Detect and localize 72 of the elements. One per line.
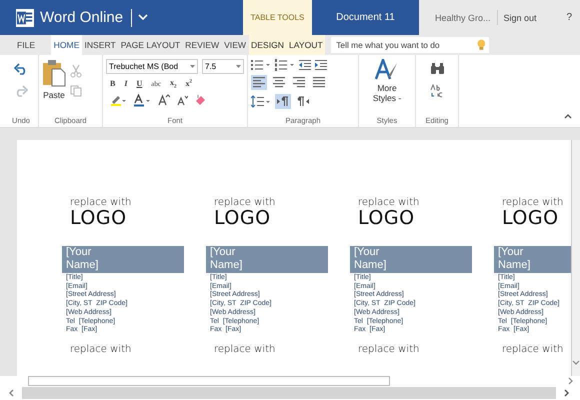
scroll-down-icon[interactable] [572,360,580,366]
ribbon-tab[interactable]: LAYOUT [286,35,326,55]
name-band: [Your Name] [62,246,184,273]
logo-caption: replace with [501,344,564,355]
logo-placeholder-text: LOGO [502,208,560,229]
right-to-left-icon[interactable] [295,94,311,109]
format-button[interactable]: x$^{2}$ [185,79,192,88]
name-band: [Your Name] [350,246,472,273]
ribbon-tab[interactable]: DESIGN [248,35,286,55]
ribbon-tab[interactable]: HOME [51,35,82,55]
undo-icon[interactable] [14,63,28,75]
logo-caption: replace with [69,344,132,355]
scroll-left-icon[interactable] [8,389,14,397]
dropdown-arrow-icon [236,65,241,68]
dropdown-arrow-icon [190,65,195,68]
chevron-down-icon[interactable] [138,14,148,21]
ribbon-tab[interactable]: VIEW [222,35,249,55]
format-button[interactable]: B [110,79,116,88]
bullets-icon[interactable] [251,59,271,71]
align-button[interactable] [311,75,327,90]
lightbulb-icon [476,39,486,51]
ribbon-tab[interactable]: FILE [0,35,52,55]
logo-placeholder-text: LOGO [358,208,416,229]
align-button[interactable] [291,75,307,90]
logo-placeholder-text: LOGO [70,208,128,229]
eraser-icon[interactable] [195,94,207,106]
tell-me-search-field[interactable]: Tell me what you want to do [331,37,490,53]
document-name[interactable]: Document 11 [312,0,419,35]
logo-placeholder-text: LOGO [214,208,272,229]
logo-caption: replace with [214,198,276,208]
vertical-scrollbar[interactable] [571,140,580,376]
help-button[interactable]: ? [566,12,572,23]
replace-icon[interactable] [430,84,444,98]
decrease-indent-icon[interactable] [299,59,311,71]
ribbon-tab[interactable]: INSERT [82,35,118,55]
app-name[interactable]: Word Online [40,9,124,26]
increase-indent-icon[interactable] [315,59,327,71]
highlighter-icon[interactable] [110,94,126,106]
paste-button[interactable]: Paste [42,59,66,100]
align-button[interactable] [271,75,287,90]
logo-caption: replace with [70,198,132,208]
format-button[interactable]: x$_{2}$ [170,78,176,90]
ribbon-tab[interactable]: PAGE LAYOUT [118,35,183,55]
logo-caption: replace with [502,198,564,208]
shrink-font-icon[interactable] [177,94,188,106]
binoculars-icon[interactable] [430,63,444,74]
font-size-dropdown[interactable]: 7.5 [202,59,244,74]
logo-caption: replace with [358,198,420,208]
horizontal-scrollbar[interactable] [28,376,390,386]
clipboard-icon [42,59,66,87]
horizontal-scrollbar[interactable] [22,387,556,399]
logo-caption: replace with [357,344,420,355]
ribbon-tab[interactable]: REVIEW [182,35,222,55]
align-button[interactable] [251,75,267,90]
grow-font-icon[interactable] [158,94,170,106]
font-name-dropdown[interactable]: Trebuchet MS (Bod [106,59,198,74]
logo-caption: replace with [213,344,276,355]
table-tools-label: TABLE TOOLS [243,0,312,35]
format-button[interactable]: I [124,79,128,88]
line-spacing-icon[interactable] [251,95,271,108]
name-band: [Your Name] [494,246,571,273]
font-color-icon[interactable] [133,94,151,107]
word-logo-icon [16,8,34,26]
left-to-right-icon[interactable] [275,94,291,109]
more-styles-button[interactable]: More Styles - [367,83,407,104]
sign-out-link[interactable]: Sign out [504,12,537,22]
format-button[interactable]: U [136,79,142,88]
collapse-ribbon-icon[interactable] [564,113,572,119]
user-name[interactable]: Healthy Gro... [419,12,491,22]
name-band: [Your Name] [206,246,328,273]
styles-icon[interactable] [375,59,399,81]
numbering-icon[interactable] [275,59,295,71]
